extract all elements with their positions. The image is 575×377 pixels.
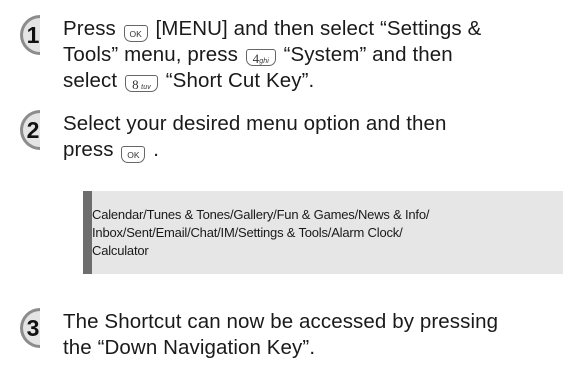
step-line: the “Down Navigation Key”.: [63, 336, 316, 359]
note-text: Calendar/Tunes & Tones/Gallery/Fun & Gam…: [92, 206, 557, 260]
menu-options-note: Calendar/Tunes & Tones/Gallery/Fun & Gam…: [83, 191, 563, 274]
ok-key-icon: OK: [121, 146, 146, 163]
step-number-badge: 3: [10, 305, 56, 351]
note-line: Calendar/Tunes & Tones/Gallery/Fun & Gam…: [92, 207, 430, 222]
note-line: Inbox/Sent/Email/Chat/IM/Settings & Tool…: [92, 225, 403, 240]
key-8-icon: 8 tuv: [124, 75, 158, 92]
step-number: 1: [27, 22, 40, 48]
step-line: The Shortcut can now be accessed by pres…: [63, 310, 499, 333]
step-number: 3: [27, 315, 40, 341]
note-accent-bar: [83, 191, 92, 274]
step-text: Press OK [MENU] and then select “Setting…: [63, 16, 568, 94]
step-text: Select your desired menu option and then…: [63, 111, 568, 163]
step-line: select 8 tuv “Short Cut Key”.: [63, 69, 315, 92]
step-number: 2: [27, 117, 40, 143]
step-line: press OK .: [63, 138, 160, 163]
step-line: Press OK [MENU] and then select “Setting…: [63, 17, 482, 42]
step-line: Tools” menu, press 4ghi “System” and the…: [63, 43, 453, 66]
ok-key-icon: OK: [123, 25, 148, 42]
step-line: Select your desired menu option and then: [63, 112, 447, 135]
step-number-badge: 2: [10, 107, 56, 153]
key-4-icon: 4ghi: [245, 49, 276, 66]
step-number-badge: 1: [10, 12, 56, 58]
step-text: The Shortcut can now be accessed by pres…: [63, 309, 568, 361]
note-line: Calculator: [92, 243, 149, 258]
